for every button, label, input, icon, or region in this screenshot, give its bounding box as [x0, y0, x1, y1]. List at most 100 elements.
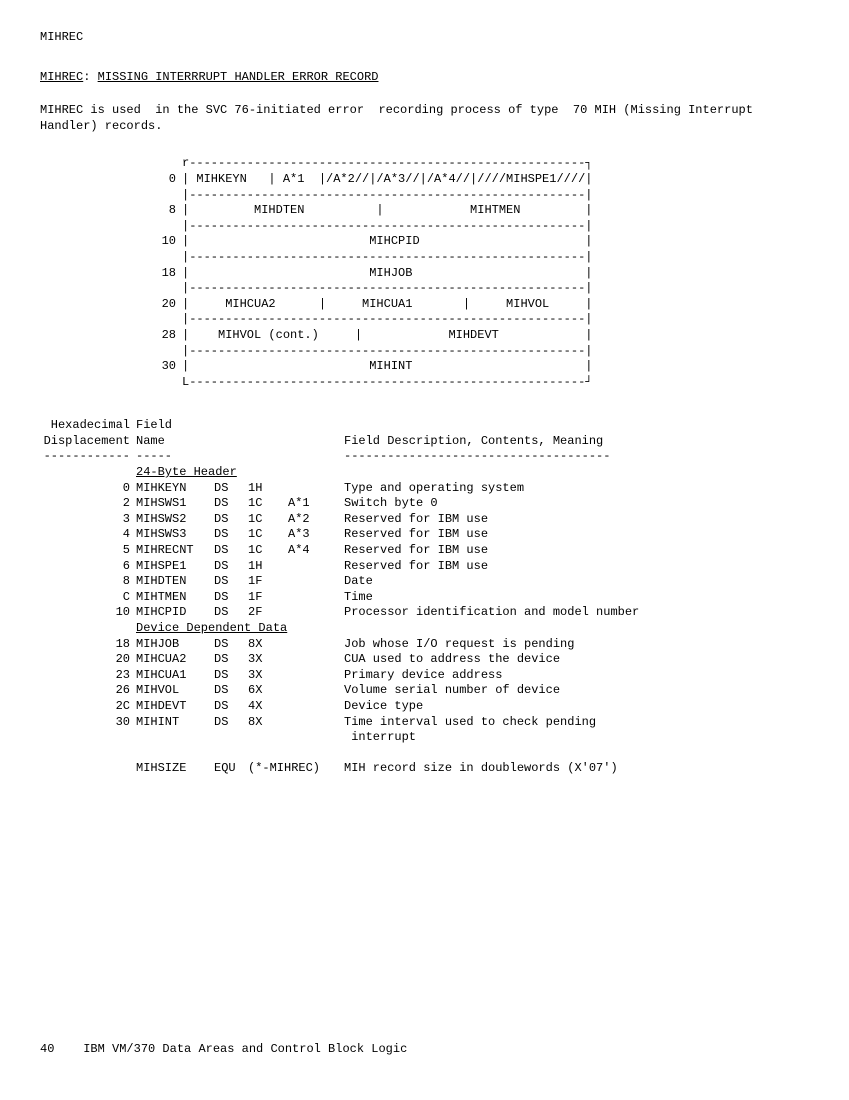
field-hex: 10	[40, 605, 136, 621]
field-desc: CUA used to address the device	[344, 652, 809, 668]
field-desc: Reserved for IBM use	[344, 527, 809, 543]
layout-line: |---------------------------------------…	[182, 250, 592, 266]
field-ds: DS	[214, 683, 248, 699]
layout-offset: 10	[150, 234, 182, 250]
record-layout-diagram: r---------------------------------------…	[150, 156, 809, 390]
cell	[40, 746, 809, 762]
cell	[248, 434, 288, 450]
field-ds: DS	[214, 605, 248, 621]
field-len: (*-MIHREC)	[248, 761, 344, 777]
field-name: MIHSWS3	[136, 527, 214, 543]
hdr-hex2: Displacement	[40, 434, 136, 450]
layout-line: r---------------------------------------…	[182, 156, 592, 172]
layout-offset: 18	[150, 266, 182, 282]
field-hex: 2C	[40, 699, 136, 715]
field-ds: DS	[214, 543, 248, 559]
field-desc: Volume serial number of device	[344, 683, 809, 699]
field-ds: DS	[214, 559, 248, 575]
cell	[344, 418, 809, 434]
page-number: 40	[40, 1042, 54, 1056]
cell	[248, 418, 288, 434]
field-ref	[288, 605, 344, 621]
field-hex: 26	[40, 683, 136, 699]
field-len: 1C	[248, 543, 288, 559]
section-24byte-header: 24-Byte Header	[136, 465, 809, 481]
field-len: 1C	[248, 512, 288, 528]
field-desc: Date	[344, 574, 809, 590]
field-len: 1C	[248, 527, 288, 543]
field-name: MIHVOL	[136, 683, 214, 699]
field-len: 3X	[248, 652, 288, 668]
field-len: 1C	[248, 496, 288, 512]
cell: -------------------------------------	[344, 449, 809, 465]
layout-line: | MIHKEYN | A*1 |/A*2//|/A*3//|/A*4//|//…	[182, 172, 592, 188]
field-ds: DS	[214, 652, 248, 668]
field-name: MIHSIZE	[136, 761, 214, 777]
field-hex: 4	[40, 527, 136, 543]
layout-line: | MIHDTEN | MIHTMEN |	[182, 203, 592, 219]
field-len: 1F	[248, 574, 288, 590]
field-desc: Type and operating system	[344, 481, 809, 497]
hdr-name2: Name	[136, 434, 214, 450]
field-ref	[288, 652, 344, 668]
layout-line: |---------------------------------------…	[182, 344, 592, 360]
field-ref	[288, 715, 344, 746]
field-table: HexadecimalFieldDisplacementNameField De…	[40, 418, 809, 777]
field-hex: 3	[40, 512, 136, 528]
field-name: MIHDTEN	[136, 574, 214, 590]
field-name: MIHTMEN	[136, 590, 214, 606]
field-len: 4X	[248, 699, 288, 715]
field-ds: DS	[214, 481, 248, 497]
field-desc: MIH record size in doublewords (X'07')	[344, 761, 809, 777]
field-name: MIHCPID	[136, 605, 214, 621]
field-ref: A*4	[288, 543, 344, 559]
layout-line: |---------------------------------------…	[182, 219, 592, 235]
layout-line: | MIHVOL (cont.) | MIHDEVT |	[182, 328, 592, 344]
field-name: MIHSWS2	[136, 512, 214, 528]
field-desc: Reserved for IBM use	[344, 559, 809, 575]
cell	[214, 434, 248, 450]
field-len: 1F	[248, 590, 288, 606]
field-hex: C	[40, 590, 136, 606]
page-footer: 40 IBM VM/370 Data Areas and Control Blo…	[40, 1042, 407, 1058]
layout-line: |---------------------------------------…	[182, 188, 592, 204]
field-hex: 5	[40, 543, 136, 559]
layout-line: |---------------------------------------…	[182, 312, 592, 328]
field-ref	[288, 699, 344, 715]
layout-line: | MIHINT |	[182, 359, 592, 375]
field-ds: EQU	[214, 761, 248, 777]
field-hex: 30	[40, 715, 136, 746]
intro-paragraph: MIHREC is used in the SVC 76-initiated e…	[40, 103, 809, 134]
field-ds: DS	[214, 512, 248, 528]
layout-offset: 0	[150, 172, 182, 188]
field-name: MIHCUA1	[136, 668, 214, 684]
cell	[288, 434, 344, 450]
layout-line: L---------------------------------------…	[182, 375, 592, 391]
field-ref: A*2	[288, 512, 344, 528]
field-len: 1H	[248, 559, 288, 575]
field-ref: A*1	[288, 496, 344, 512]
field-name: MIHDEVT	[136, 699, 214, 715]
section-title-text: MISSING INTERRRUPT HANDLER ERROR RECORD	[98, 70, 379, 84]
field-len: 1H	[248, 481, 288, 497]
cell	[248, 449, 288, 465]
field-ds: DS	[214, 668, 248, 684]
cell: -----	[136, 449, 214, 465]
field-ref	[288, 590, 344, 606]
field-name: MIHINT	[136, 715, 214, 746]
field-hex: 6	[40, 559, 136, 575]
page-header: MIHREC	[40, 30, 809, 46]
field-desc: Switch byte 0	[344, 496, 809, 512]
field-desc: Job whose I/O request is pending	[344, 637, 809, 653]
layout-line: | MIHCPID |	[182, 234, 592, 250]
field-hex: 23	[40, 668, 136, 684]
field-name: MIHSPE1	[136, 559, 214, 575]
section-title: MIHREC: MISSING INTERRRUPT HANDLER ERROR…	[40, 70, 809, 86]
field-ref	[288, 559, 344, 575]
hdr-hex: Hexadecimal	[40, 418, 136, 434]
field-len: 6X	[248, 683, 288, 699]
field-len: 3X	[248, 668, 288, 684]
field-ds: DS	[214, 715, 248, 746]
field-name: MIHSWS1	[136, 496, 214, 512]
cell	[40, 621, 136, 637]
